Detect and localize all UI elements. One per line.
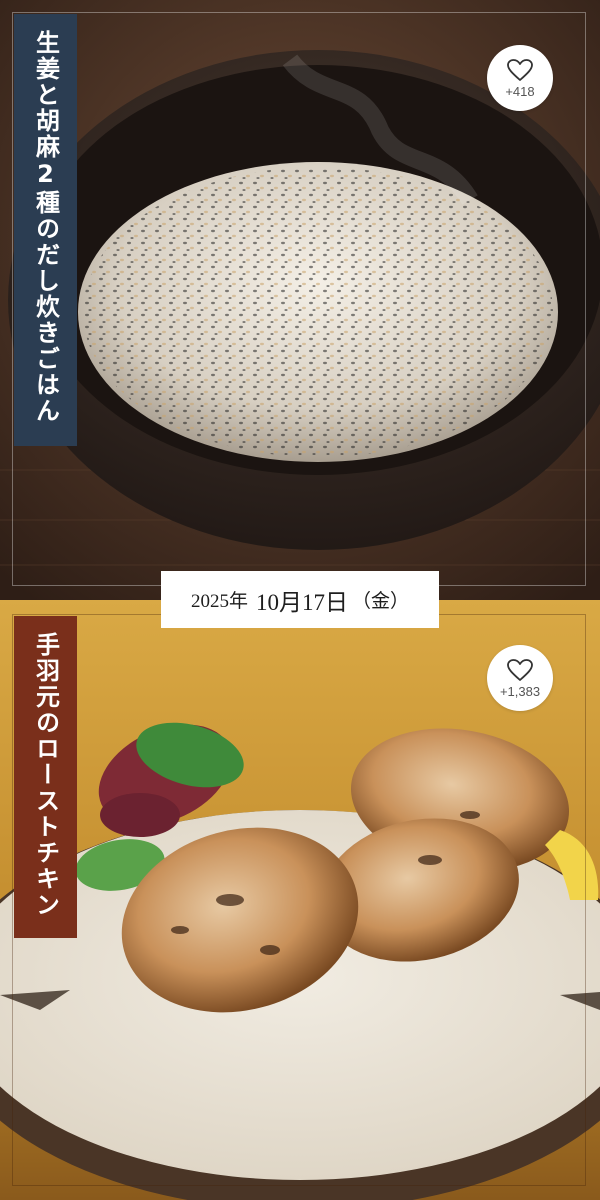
like-count: +1,383 [499, 683, 541, 699]
date-banner: 2025年 10月17日 （金） [161, 571, 439, 628]
recipe-title: 手羽元のローストチキン [31, 632, 60, 918]
heart-outline-icon [507, 58, 533, 81]
recipe-title-band: 手羽元のローストチキン [14, 616, 77, 938]
recipe-page: 生姜と胡麻2種のだし炊きごはん +418 2025年 10月17日 （金） 手羽… [0, 0, 600, 1200]
like-button[interactable]: +1,383 [487, 645, 553, 711]
date-weekday: （金） [352, 591, 410, 612]
date-day: 10月17日 [256, 589, 348, 615]
recipe-card-rice[interactable]: 生姜と胡麻2種のだし炊きごはん +418 [0, 0, 600, 600]
recipe-title: 生姜と胡麻2種のだし炊きごはん [31, 30, 60, 424]
date-year: 2025年 [190, 591, 248, 612]
recipe-card-chicken[interactable]: 手羽元のローストチキン +1,383 [0, 600, 600, 1200]
like-button[interactable]: +418 [487, 45, 553, 111]
heart-outline-icon [507, 658, 533, 681]
recipe-title-band: 生姜と胡麻2種のだし炊きごはん [14, 14, 77, 446]
like-count: +418 [505, 83, 535, 99]
